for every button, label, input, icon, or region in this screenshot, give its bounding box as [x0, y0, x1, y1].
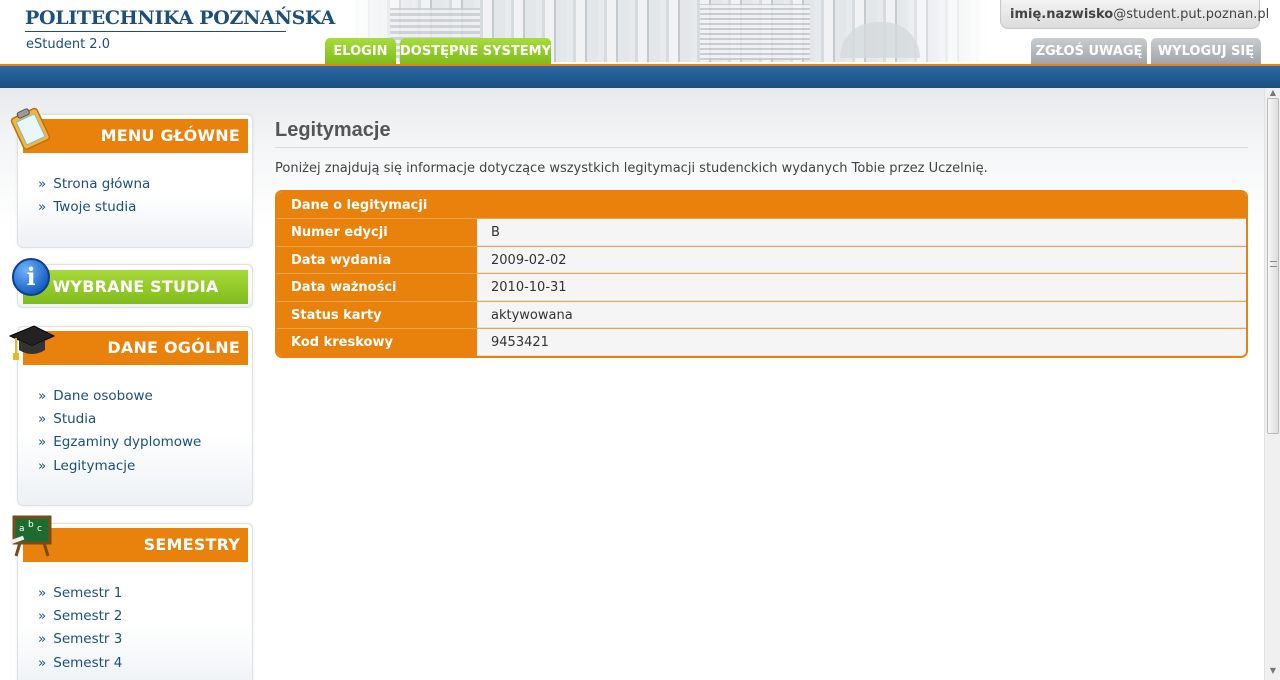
row-value: 9453421 — [477, 329, 1246, 356]
graduation-cap-icon — [8, 325, 56, 360]
sidebar-item-legitymacje[interactable]: Legitymacje — [38, 455, 201, 478]
row-label: Data ważności — [277, 274, 477, 301]
logout-button[interactable]: WYLOGUJ SIĘ — [1151, 38, 1261, 65]
table-row: Numer edycji B — [277, 218, 1246, 246]
scroll-up-icon[interactable]: ▲ — [1268, 88, 1278, 98]
tab-elogin[interactable]: ELOGIN — [325, 38, 396, 65]
sidebar-item-semestr-4[interactable]: Semestr 4 — [38, 652, 122, 675]
table-row: Data wydania 2009-02-02 — [277, 245, 1246, 274]
svg-text:c: c — [37, 524, 42, 534]
scroll-down-icon[interactable]: ▼ — [1268, 666, 1278, 676]
user-domain: @student.put.poznan.pl — [1113, 7, 1270, 22]
sidebar-item-semestr-3[interactable]: Semestr 3 — [38, 628, 122, 651]
row-label: Kod kreskowy — [277, 329, 477, 356]
vertical-scrollbar[interactable]: ▲ ▼ — [1264, 88, 1280, 680]
sidebar-item-twoje-studia[interactable]: Twoje studia — [38, 196, 150, 219]
table-header: Dane o legitymacji — [277, 192, 1246, 218]
user-name: imię.nazwisko — [1010, 7, 1114, 22]
grip-icon — [1270, 261, 1277, 267]
logo-divider — [25, 31, 286, 32]
sidebar-item-semestr-1[interactable]: Semestr 1 — [38, 582, 122, 605]
menu-glowne-panel: MENU GŁÓWNE Strona główna Twoje studia — [17, 114, 253, 248]
clipboard-icon — [10, 107, 51, 150]
semestry-list: Semestr 1 Semestr 2 Semestr 3 Semestr 4 — [38, 582, 122, 675]
sidebar-item-studia[interactable]: Studia — [38, 408, 201, 431]
table-row: Status karty aktywowana — [277, 300, 1246, 329]
row-label: Data wydania — [277, 246, 477, 274]
header: POLITECHNIKA POZNAŃSKA eStudent 2.0 ELOG… — [0, 0, 1280, 66]
scrollbar-thumb[interactable] — [1267, 98, 1279, 434]
svg-text:a: a — [19, 524, 25, 534]
row-value: B — [477, 219, 1246, 246]
row-value: 2009-02-02 — [477, 246, 1246, 274]
svg-text:b: b — [28, 520, 34, 530]
wybrane-studia-header[interactable]: WYBRANE STUDIA — [23, 270, 248, 304]
sidebar-item-dane-osobowe[interactable]: Dane osobowe — [38, 385, 201, 408]
row-label: Status karty — [277, 301, 477, 329]
id-card-details-table: Dane o legitymacji Numer edycji B Data w… — [275, 190, 1248, 358]
nav-bar — [0, 66, 1280, 88]
tab-dostepne-systemy[interactable]: DOSTĘPNE SYSTEMY — [400, 38, 551, 65]
dane-ogolne-header: DANE OGÓLNE — [23, 331, 248, 365]
report-issue-button[interactable]: ZGŁOŚ UWAGĘ — [1031, 38, 1147, 65]
sidebar-item-strona-glowna[interactable]: Strona główna — [38, 173, 150, 196]
chalkboard-icon: a b c — [10, 515, 52, 557]
semestry-header: SEMESTRY — [23, 528, 248, 562]
row-value: aktywowana — [477, 301, 1246, 329]
table-row: Data ważności 2010-10-31 — [277, 273, 1246, 301]
dane-ogolne-list: Dane osobowe Studia Egzaminy dyplomowe L… — [38, 385, 201, 478]
logo-title: POLITECHNIKA POZNAŃSKA — [25, 7, 335, 29]
user-account-box: imię.nazwisko@student.put.poznan.pl — [1000, 0, 1269, 29]
wybrane-studia-panel[interactable]: WYBRANE STUDIA — [17, 264, 253, 308]
menu-glowne-list: Strona główna Twoje studia — [38, 173, 150, 219]
table-row: Kod kreskowy 9453421 — [277, 328, 1246, 356]
info-icon: i — [12, 258, 50, 296]
page-description: Poniżej znajdują się informacje dotycząc… — [275, 161, 988, 176]
title-divider — [275, 147, 1248, 148]
row-value: 2010-10-31 — [477, 274, 1246, 301]
logo-subtitle: eStudent 2.0 — [26, 37, 110, 52]
campus-building — [700, 4, 810, 60]
row-label: Numer edycji — [277, 219, 477, 246]
page-title: Legitymacje — [275, 119, 391, 141]
menu-glowne-header: MENU GŁÓWNE — [23, 119, 248, 153]
sidebar-item-egzaminy-dyplomowe[interactable]: Egzaminy dyplomowe — [38, 431, 201, 454]
sidebar-item-semestr-2[interactable]: Semestr 2 — [38, 605, 122, 628]
